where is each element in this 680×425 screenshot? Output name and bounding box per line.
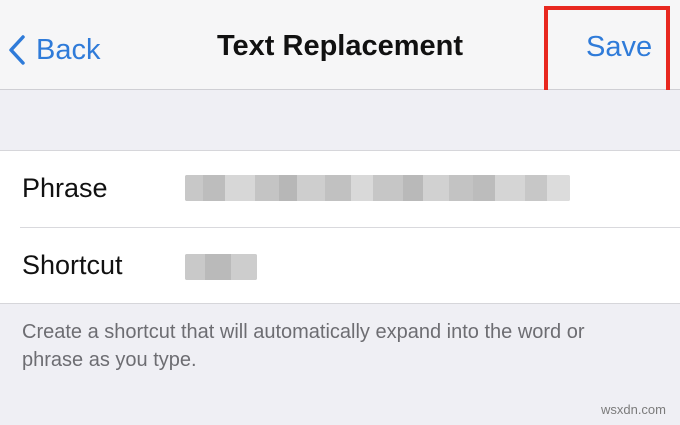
- page-title: Text Replacement: [216, 30, 464, 62]
- save-button[interactable]: Save: [586, 31, 652, 64]
- chevron-left-icon: [9, 35, 25, 65]
- shortcut-input[interactable]: [185, 254, 257, 280]
- footer-description: Create a shortcut that will automaticall…: [22, 321, 585, 371]
- navigation-bar: Back Text Replacement Save: [0, 0, 680, 94]
- shortcut-label: Shortcut: [22, 250, 123, 280]
- shortcut-row: Shortcut: [0, 228, 680, 304]
- section-spacer: [0, 90, 680, 150]
- watermark: wsxdn.com: [600, 402, 666, 417]
- back-button[interactable]: Back: [8, 28, 100, 72]
- phrase-label: Phrase: [22, 173, 108, 203]
- back-label: Back: [36, 33, 101, 66]
- phrase-row: Phrase: [0, 151, 680, 227]
- phrase-input[interactable]: [185, 175, 570, 201]
- text-replacement-form: Phrase Shortcut: [0, 150, 680, 304]
